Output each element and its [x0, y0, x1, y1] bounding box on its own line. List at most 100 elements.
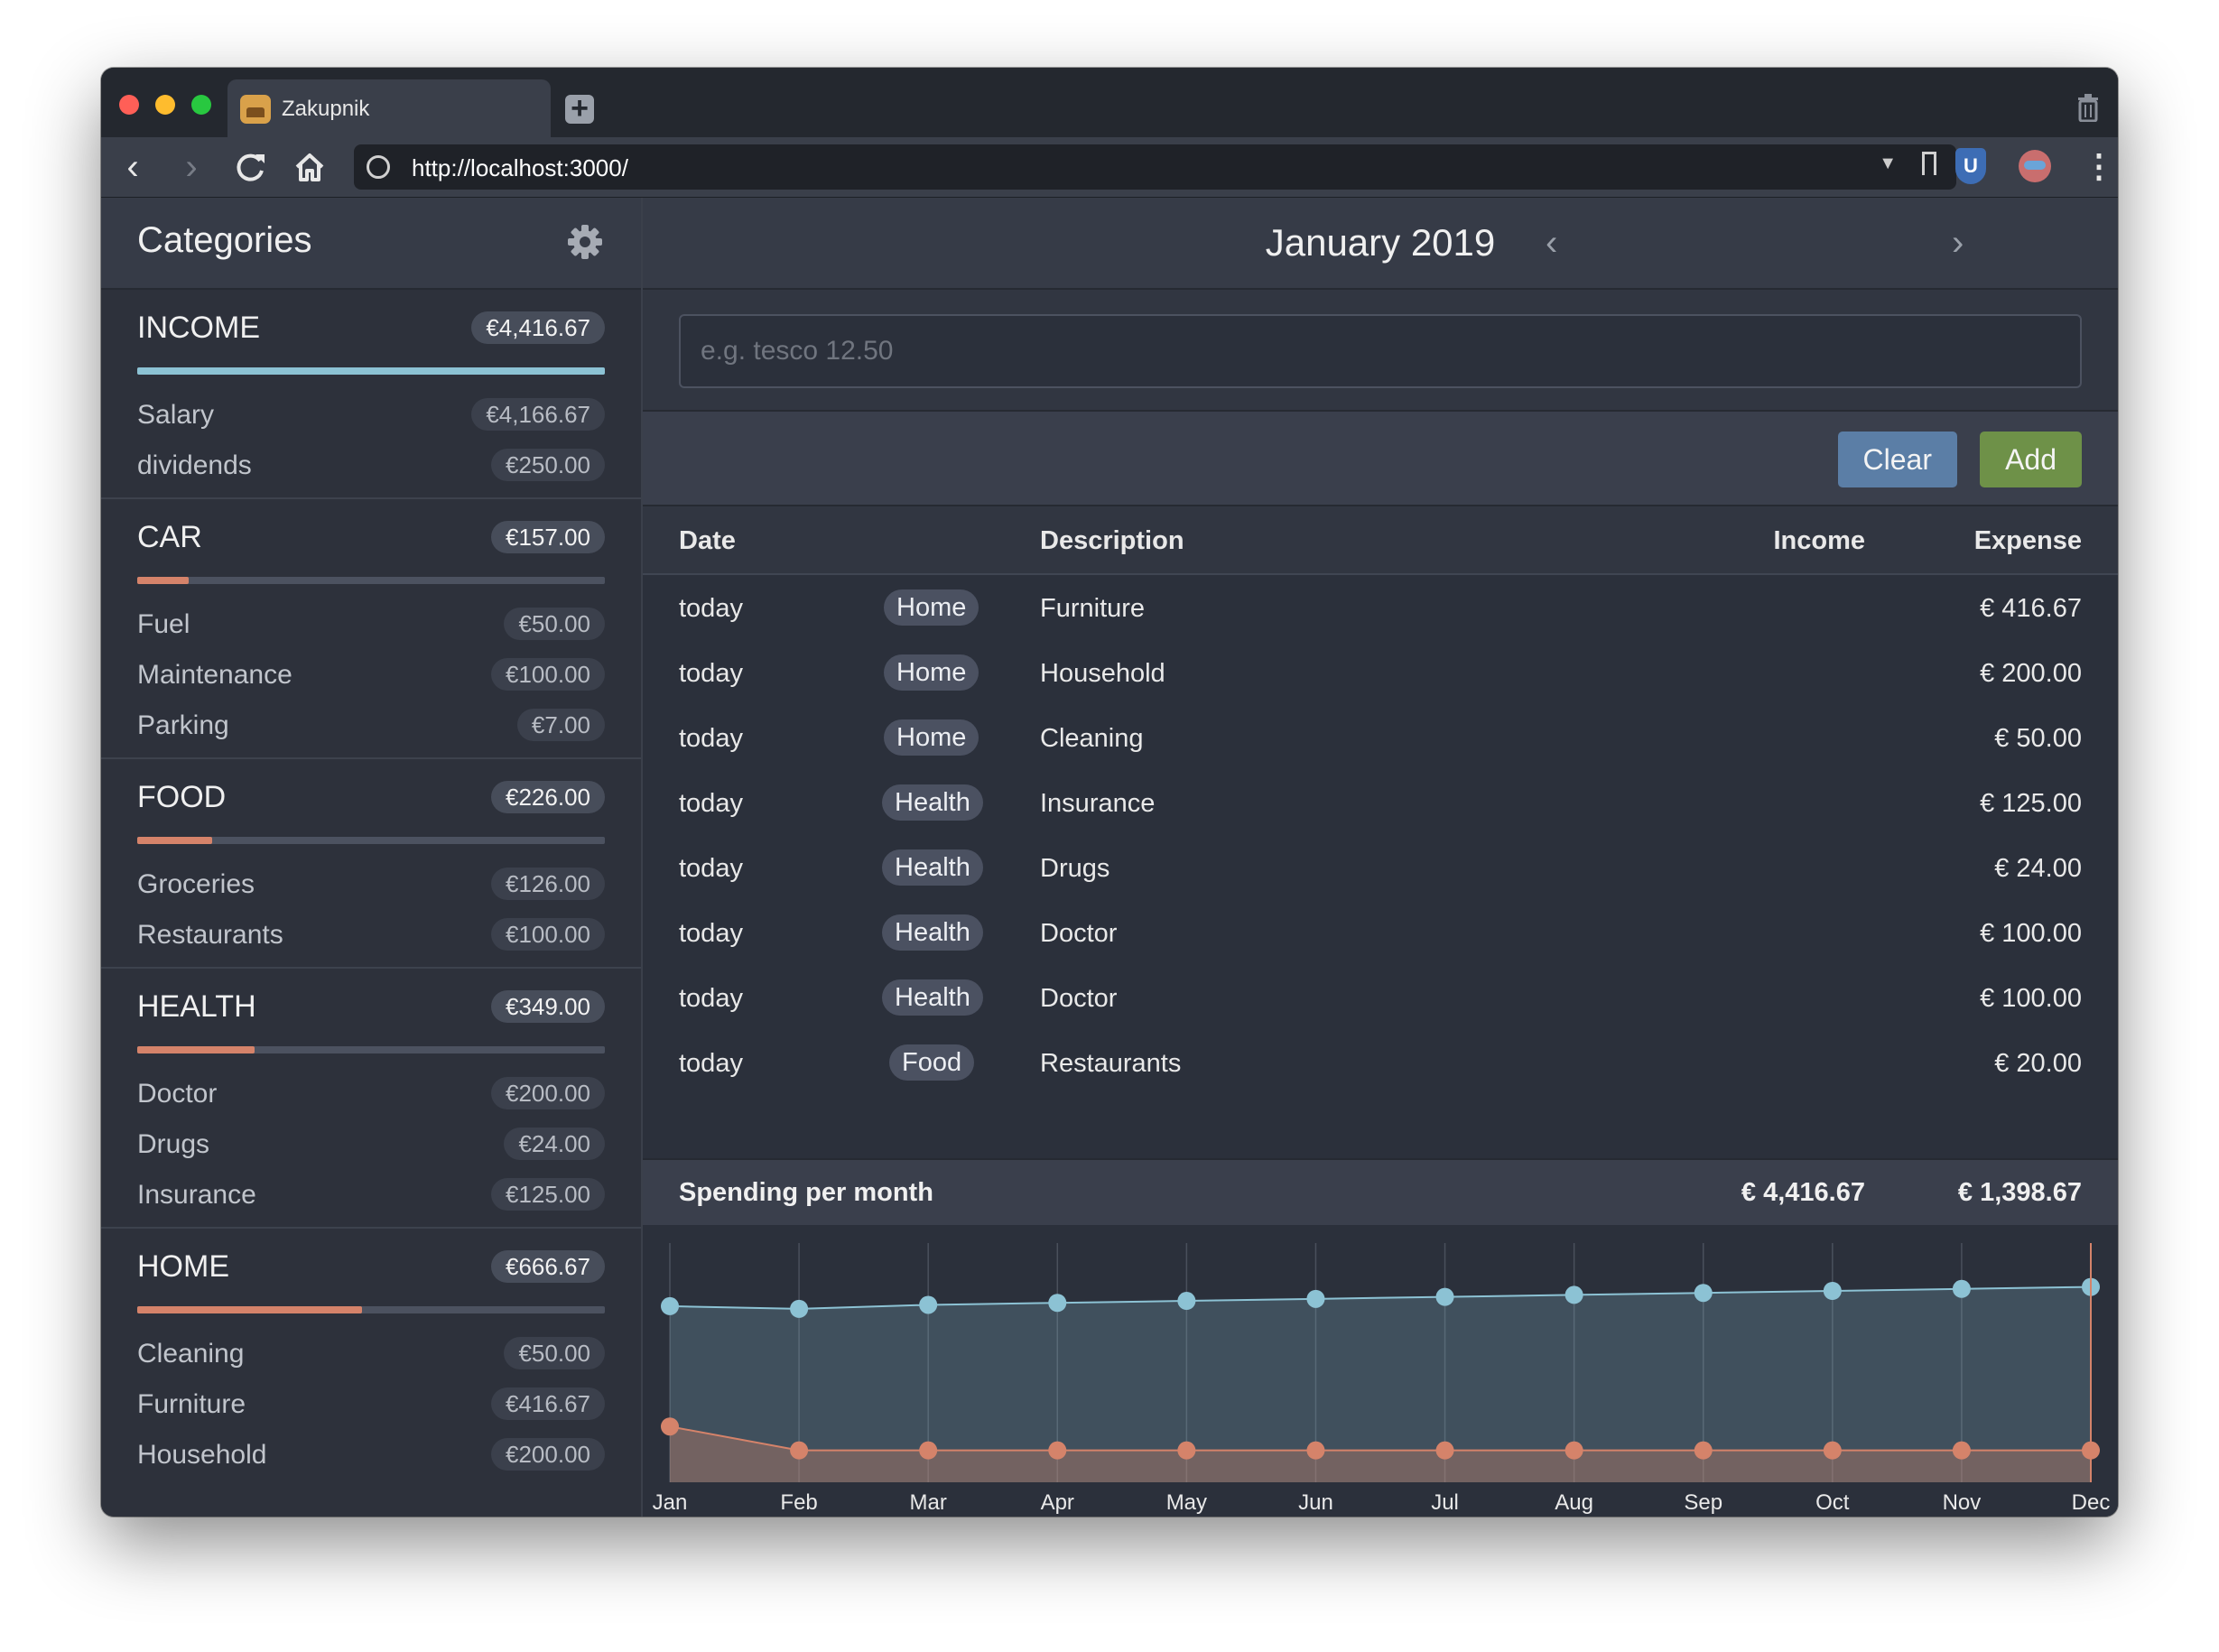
- forward-icon[interactable]: ›: [169, 144, 214, 190]
- row-category-tag[interactable]: Home: [884, 719, 980, 756]
- subcategory-row[interactable]: Restaurants €100.00: [101, 911, 641, 961]
- row-description: Household: [1040, 659, 1165, 688]
- table-row[interactable]: today Health Insurance € 125.00: [643, 770, 2118, 835]
- subcategory-row[interactable]: Salary €4,166.67: [101, 391, 641, 441]
- subcategory-row[interactable]: Maintenance €100.00: [101, 651, 641, 701]
- chart-point: [790, 1299, 809, 1318]
- chart-point: [1048, 1441, 1067, 1460]
- category-progress-fill: [137, 837, 212, 844]
- spending-chart-svg: Jan Feb Mar Apr May Jun Jul Aug Sep Oct Nov Dec: [653, 1243, 2110, 1515]
- clear-button[interactable]: Clear: [1837, 432, 1957, 487]
- sidebar-title: Categories: [137, 220, 312, 260]
- category-progress-fill: [137, 367, 605, 375]
- table-row[interactable]: today Health Drugs € 24.00: [643, 835, 2118, 900]
- subcategory-row[interactable]: dividends €250.00: [101, 441, 641, 492]
- subcategory-name: Cleaning: [137, 1339, 245, 1369]
- category-total-badge: €4,416.67: [471, 311, 605, 344]
- row-expense: € 200.00: [1980, 659, 2082, 688]
- site-info-icon[interactable]: [367, 155, 390, 179]
- entry-input-placeholder: e.g. tesco 12.50: [701, 336, 894, 366]
- category-group-car[interactable]: CAR €157.00 Fuel €50.00 Maintenance €100.0…: [101, 499, 641, 759]
- subcategory-name: Doctor: [137, 1079, 218, 1109]
- add-button[interactable]: Add: [1980, 432, 2082, 487]
- category-progress-bar: [137, 367, 605, 375]
- subcategory-row[interactable]: Parking €7.00: [101, 701, 641, 752]
- row-category-tag[interactable]: Food: [889, 1044, 975, 1081]
- month-navigation: ‹ January 2019 ›: [643, 198, 2118, 290]
- table-row[interactable]: today Home Furniture € 416.67: [643, 575, 2118, 640]
- category-group-health[interactable]: HEALTH €349.00 Doctor €200.00 Drugs €24.00…: [101, 969, 641, 1229]
- bitwarden-extension-icon[interactable]: U: [1955, 148, 1986, 184]
- chart-point: [1306, 1289, 1325, 1308]
- row-category-tag[interactable]: Health: [882, 914, 983, 951]
- minimize-window-button[interactable]: [155, 95, 175, 115]
- back-icon[interactable]: ‹: [110, 144, 155, 190]
- trash-icon[interactable]: [2076, 93, 2100, 123]
- browser-tab[interactable]: Zakupnik: [227, 79, 551, 137]
- subcategory-row[interactable]: Doctor €200.00: [101, 1070, 641, 1120]
- next-month-button[interactable]: ›: [1952, 223, 1964, 264]
- category-group-income[interactable]: INCOME €4,416.67 Salary €4,166.67 dividen…: [101, 290, 641, 499]
- chart-x-tick-label: Jul: [1431, 1490, 1459, 1515]
- column-description[interactable]: Description: [1040, 526, 1184, 556]
- chart-point: [1952, 1441, 1971, 1460]
- bookmark-icon[interactable]: [1922, 152, 1936, 175]
- close-window-button[interactable]: [119, 95, 139, 115]
- transactions-table: today Home Furniture € 416.67 today Home Hous…: [643, 575, 2118, 1230]
- home-icon[interactable]: [287, 144, 332, 190]
- chart-point: [919, 1441, 938, 1460]
- sidebar-header: Categories: [101, 198, 641, 290]
- subcategory-row[interactable]: Cleaning €50.00: [101, 1330, 641, 1380]
- chart-x-tick-label: Nov: [1943, 1490, 1982, 1515]
- category-progress-fill: [137, 577, 189, 584]
- subcategory-row[interactable]: Household €200.00: [101, 1431, 641, 1481]
- settings-gear-icon[interactable]: [566, 223, 604, 261]
- subcategory-row[interactable]: Furniture €416.67: [101, 1380, 641, 1431]
- category-name: CAR: [137, 520, 202, 554]
- tab-title: Zakupnik: [282, 97, 370, 121]
- extension-avatar-icon[interactable]: [2019, 150, 2051, 182]
- row-category-tag[interactable]: Health: [882, 784, 983, 821]
- subcategory-row[interactable]: Insurance €125.00: [101, 1171, 641, 1221]
- chart-point: [1694, 1441, 1713, 1460]
- chart-point: [1564, 1285, 1583, 1304]
- row-category-tag[interactable]: Home: [884, 589, 980, 626]
- chart-x-tick-label: Sep: [1684, 1490, 1722, 1515]
- dropdown-arrow-icon[interactable]: ▼: [1879, 153, 1897, 174]
- month-title: January 2019: [1265, 221, 1496, 264]
- column-date[interactable]: Date: [679, 526, 736, 556]
- new-tab-icon[interactable]: +: [565, 93, 594, 124]
- chart-point: [1435, 1441, 1454, 1460]
- table-row[interactable]: today Home Household € 200.00: [643, 640, 2118, 705]
- subcategory-row[interactable]: Drugs €24.00: [101, 1120, 641, 1171]
- row-category-tag[interactable]: Home: [884, 654, 980, 691]
- browser-menu-icon[interactable]: ⋮: [2083, 144, 2115, 190]
- subcategory-amount-badge: €250.00: [491, 449, 605, 481]
- subcategory-row[interactable]: Fuel €50.00: [101, 600, 641, 651]
- category-total-badge: €157.00: [491, 521, 605, 553]
- column-expense[interactable]: Expense: [1974, 526, 2082, 556]
- category-group-home[interactable]: HOME €666.67 Cleaning €50.00 Furniture €41…: [101, 1229, 641, 1487]
- chart-x-tick-label: Oct: [1815, 1490, 1850, 1515]
- chart-x-tick-label: May: [1166, 1490, 1207, 1515]
- category-group-food[interactable]: FOOD €226.00 Groceries €126.00 Restaurant…: [101, 759, 641, 969]
- table-row[interactable]: today Food Restaurants € 20.00: [643, 1030, 2118, 1095]
- subcategory-amount-badge: €4,166.67: [471, 398, 605, 431]
- row-category-tag[interactable]: Health: [882, 849, 983, 886]
- app-favicon-icon: [240, 95, 271, 124]
- row-date: today: [679, 984, 743, 1013]
- row-expense: € 24.00: [1994, 854, 2082, 883]
- table-row[interactable]: today Health Doctor € 100.00: [643, 900, 2118, 965]
- table-row[interactable]: today Health Doctor € 100.00: [643, 965, 2118, 1030]
- table-row[interactable]: today Home Cleaning € 50.00: [643, 705, 2118, 770]
- address-bar[interactable]: http://localhost:3000/ ▼: [354, 144, 1956, 190]
- column-income[interactable]: Income: [1773, 526, 1865, 556]
- reload-icon[interactable]: [227, 144, 273, 190]
- row-category-tag[interactable]: Health: [882, 979, 983, 1016]
- spending-summary: Spending per month € 4,416.67 € 1,398.67: [643, 1158, 2118, 1227]
- chart-x-tick-label: Feb: [780, 1490, 817, 1515]
- entry-input[interactable]: e.g. tesco 12.50: [679, 314, 2082, 388]
- subcategory-row[interactable]: Groceries €126.00: [101, 860, 641, 911]
- row-expense: € 125.00: [1980, 789, 2082, 818]
- zoom-window-button[interactable]: [191, 95, 211, 115]
